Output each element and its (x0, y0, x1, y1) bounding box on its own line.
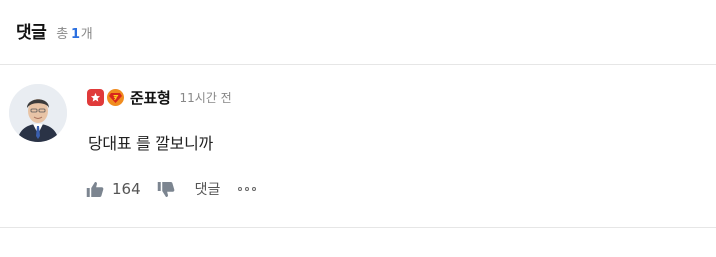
comment-time: 11시간 전 (179, 90, 232, 105)
more-dot (245, 187, 250, 191)
superman-badge-icon (107, 88, 124, 106)
bottom-divider (0, 227, 716, 228)
top-divider (0, 64, 716, 65)
author-name[interactable]: 준표형 (130, 87, 171, 108)
more-dot (252, 187, 257, 191)
reply-button[interactable]: 댓글 (195, 179, 221, 199)
star-badge-icon (87, 88, 104, 106)
avatar-image (9, 84, 67, 142)
comments-count: 총 1개 (56, 23, 92, 42)
comments-title: 댓글 (16, 23, 47, 43)
more-options-icon[interactable] (238, 187, 257, 191)
thumbs-down-icon[interactable] (157, 181, 175, 198)
count-prefix: 총 (56, 27, 68, 42)
avatar[interactable] (9, 84, 67, 142)
thumbs-up-icon[interactable] (86, 181, 104, 198)
count-number: 1 (70, 27, 80, 42)
comment-author-row: 준표형 11시간 전 (87, 86, 232, 108)
count-suffix: 개 (80, 27, 93, 42)
more-dot (238, 187, 243, 191)
comments-header: 댓글 총 1개 (16, 18, 93, 44)
comment-text: 당대표 를 깔보니까 (88, 134, 213, 153)
comment-actions: 164 댓글 (86, 178, 257, 200)
like-count: 164 (112, 180, 141, 198)
